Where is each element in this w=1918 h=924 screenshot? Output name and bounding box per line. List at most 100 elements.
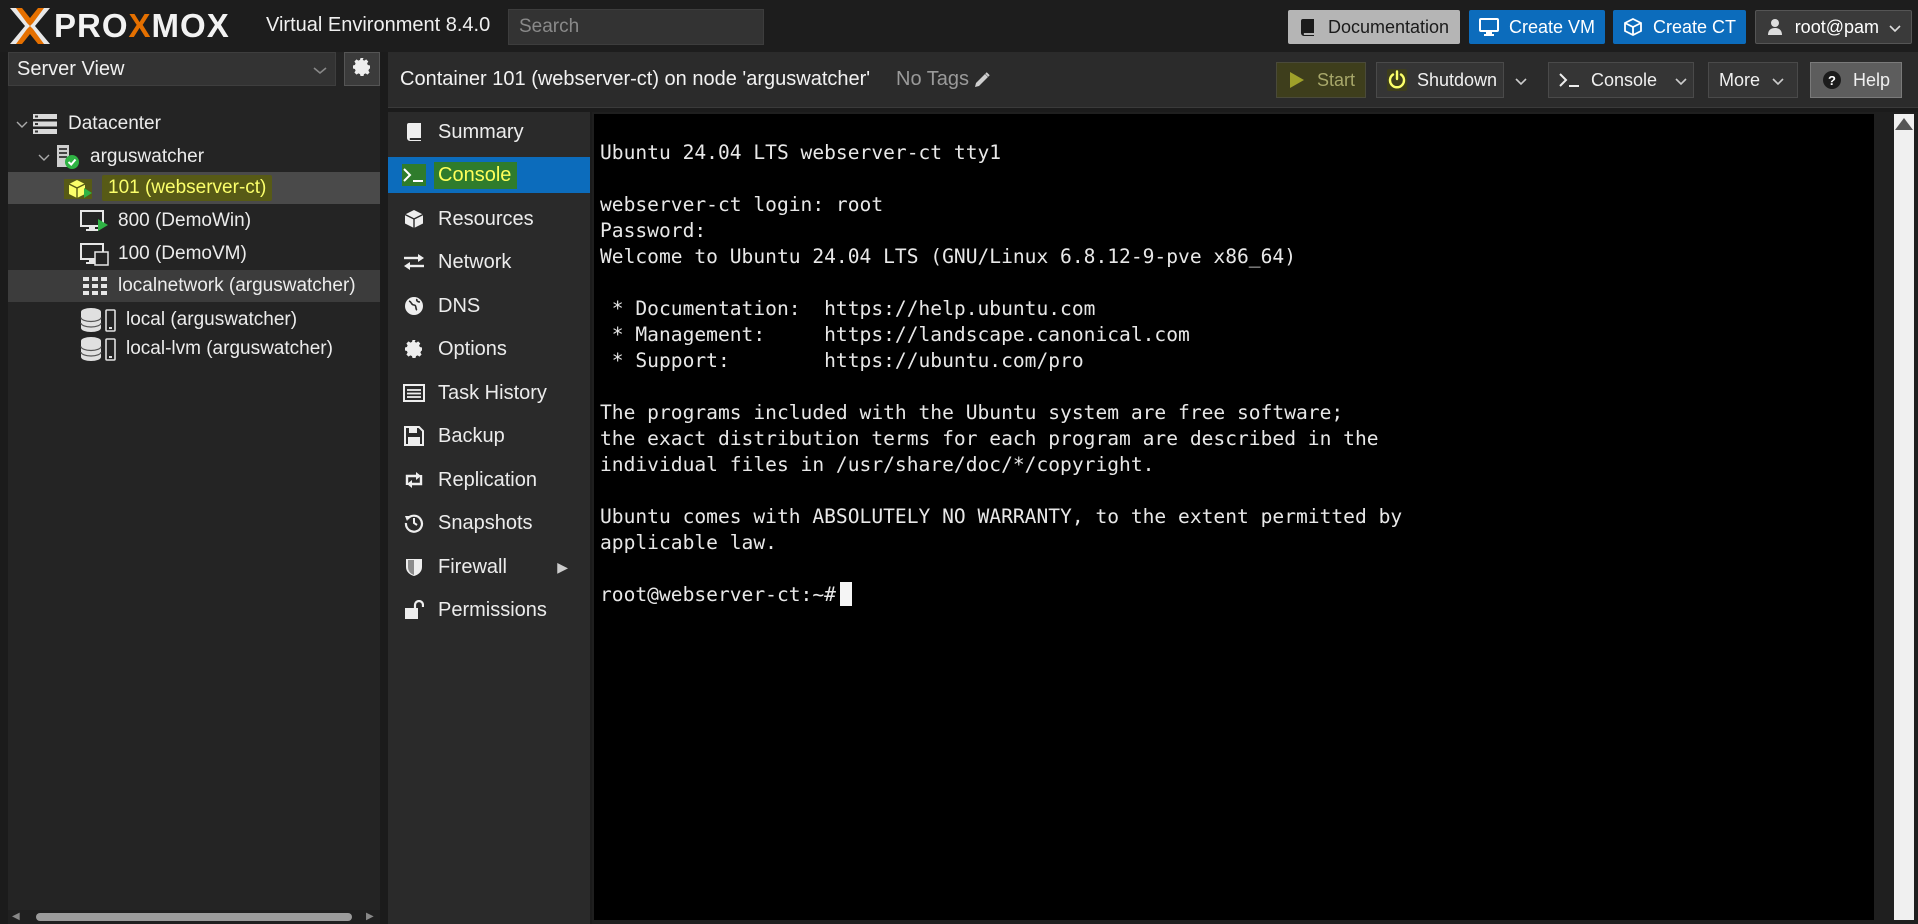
terminal-line: Ubuntu 24.04 LTS webserver-ct tty1 xyxy=(600,141,1002,164)
cube-icon xyxy=(1623,17,1643,37)
terminal-line: Ubuntu comes with ABSOLUTELY NO WARRANTY… xyxy=(600,505,1403,528)
shutdown-button[interactable]: Shutdown xyxy=(1376,62,1527,98)
tags-editor[interactable]: No Tags xyxy=(896,68,991,91)
nav-item-snapshots[interactable]: Snapshots xyxy=(388,505,590,541)
nav-item-label: Console xyxy=(434,161,518,189)
gear-icon xyxy=(352,57,372,82)
documentation-button[interactable]: Documentation xyxy=(1288,10,1460,44)
nav-item-permissions[interactable]: Permissions xyxy=(388,592,590,628)
floppy-icon xyxy=(402,425,426,447)
terminal-line: The programs included with the Ubuntu sy… xyxy=(600,401,1344,424)
tree-node-100-demovm[interactable]: 100 (DemoVM) xyxy=(8,238,380,270)
nav-item-label: Permissions xyxy=(438,598,547,621)
nav-item-dns[interactable]: DNS xyxy=(388,288,590,324)
user-menu-button[interactable]: root@pam xyxy=(1755,10,1912,44)
tree-settings-button[interactable] xyxy=(344,52,380,86)
terminal-line: the exact distribution terms for each pr… xyxy=(600,427,1379,450)
documentation-label: Documentation xyxy=(1328,16,1450,37)
nav-item-console[interactable]: Console xyxy=(388,157,590,193)
scroll-right-icon[interactable]: ▶ xyxy=(366,911,374,922)
console-button[interactable]: Console xyxy=(1548,62,1694,98)
more-button[interactable]: More xyxy=(1708,62,1798,98)
create-vm-button[interactable]: Create VM xyxy=(1469,10,1605,44)
shutdown-label: Shutdown xyxy=(1417,69,1498,90)
question-circle-icon: ? xyxy=(1821,69,1843,91)
nav-item-label: Options xyxy=(438,337,507,360)
vm-stopped-icon xyxy=(80,241,110,267)
view-select[interactable]: Server View xyxy=(8,52,336,86)
node-online-icon xyxy=(52,144,82,170)
view-select-value: Server View xyxy=(17,57,125,80)
console-label: Console xyxy=(1591,69,1658,90)
terminal-scrollbar[interactable] xyxy=(1890,112,1918,924)
terminal-icon xyxy=(1559,69,1581,91)
terminal-prompt-line: root@webserver-ct:~# xyxy=(600,582,1868,608)
scrollbar-thumb[interactable] xyxy=(36,913,352,921)
scroll-up-icon[interactable] xyxy=(1895,118,1913,130)
retweet-icon xyxy=(402,469,426,491)
chevron-down-icon[interactable] xyxy=(36,149,52,165)
create-ct-button[interactable]: Create CT xyxy=(1613,10,1746,44)
scroll-left-icon[interactable]: ◀ xyxy=(12,911,20,922)
terminal-line: * Documentation: https://help.ubuntu.com xyxy=(600,297,1096,320)
tree-node-label: 101 (webserver-ct) xyxy=(102,175,273,201)
book-icon xyxy=(402,121,426,143)
chevron-down-icon[interactable] xyxy=(1675,70,1687,91)
chevron-down-icon xyxy=(1889,17,1901,38)
nav-item-summary[interactable]: Summary xyxy=(388,114,590,150)
tree-node-800-demowin[interactable]: 800 (DemoWin) xyxy=(8,205,380,237)
start-button[interactable]: Start xyxy=(1276,62,1366,98)
resource-tree-panel: Server View Datacenter arguswatcher 101 … xyxy=(8,52,380,924)
create-vm-label: Create VM xyxy=(1509,16,1596,37)
nav-item-task-history[interactable]: Task History xyxy=(388,375,590,411)
product-version: Virtual Environment 8.4.0 xyxy=(266,14,491,36)
terminal-screen[interactable]: Ubuntu 24.04 LTS webserver-ct tty1 webser… xyxy=(594,114,1874,920)
storage-icon xyxy=(80,307,118,333)
chevron-down-icon[interactable] xyxy=(1515,70,1527,91)
globe-icon xyxy=(402,295,426,317)
tree-node-local-storage[interactable]: local (arguswatcher) xyxy=(8,304,380,336)
nav-item-backup[interactable]: Backup xyxy=(388,418,590,454)
vm-running-icon xyxy=(80,208,110,234)
resource-tree: Datacenter arguswatcher 101 (webserver-c… xyxy=(8,94,380,904)
tree-node-arguswatcher[interactable]: arguswatcher xyxy=(8,141,380,173)
shield-icon xyxy=(402,556,426,578)
terminal-line: webserver-ct login: root xyxy=(600,193,884,216)
nav-item-resources[interactable]: Resources xyxy=(388,201,590,237)
chevron-down-icon xyxy=(1772,70,1784,91)
search-input[interactable] xyxy=(508,9,764,45)
network-grid-icon xyxy=(80,273,110,299)
datacenter-icon xyxy=(30,111,60,137)
tree-node-localnetwork[interactable]: localnetwork (arguswatcher) xyxy=(8,270,380,302)
cube-icon xyxy=(402,208,426,230)
proxmox-logo[interactable]: PROXMOX xyxy=(8,6,230,46)
tree-horizontal-scrollbar[interactable]: ◀ ▶ xyxy=(8,910,380,924)
proxmox-x-logo-icon xyxy=(10,8,50,44)
chevron-down-icon[interactable] xyxy=(14,116,30,132)
tree-node-101-webserver-ct[interactable]: 101 (webserver-ct) xyxy=(8,172,380,204)
submenu-arrow-icon[interactable]: ▶ xyxy=(557,559,568,576)
help-button[interactable]: ? Help xyxy=(1810,62,1902,98)
nav-item-firewall[interactable]: Firewall ▶ xyxy=(388,549,590,585)
scrollbar-track[interactable] xyxy=(1894,114,1914,920)
power-icon xyxy=(1387,69,1407,91)
nav-item-network[interactable]: Network xyxy=(388,244,590,280)
terminal-line: Password: xyxy=(600,219,707,242)
terminal-prompt: root@webserver-ct:~# xyxy=(600,583,836,606)
tree-node-local-lvm-storage[interactable]: local-lvm (arguswatcher) xyxy=(8,333,380,365)
tree-node-datacenter[interactable]: Datacenter xyxy=(8,108,380,140)
desktop-icon xyxy=(1479,17,1499,37)
logo-text: PROXMOX xyxy=(54,6,230,46)
nav-item-options[interactable]: Options xyxy=(388,331,590,367)
content-header: Container 101 (webserver-ct) on node 'ar… xyxy=(388,52,1918,108)
nav-item-replication[interactable]: Replication xyxy=(388,462,590,498)
terminal-line: applicable law. xyxy=(600,531,777,554)
chevron-down-icon xyxy=(313,58,327,81)
list-icon xyxy=(402,382,426,404)
nav-item-label: Snapshots xyxy=(438,511,533,534)
pencil-icon[interactable] xyxy=(973,71,991,89)
history-icon xyxy=(402,512,426,534)
